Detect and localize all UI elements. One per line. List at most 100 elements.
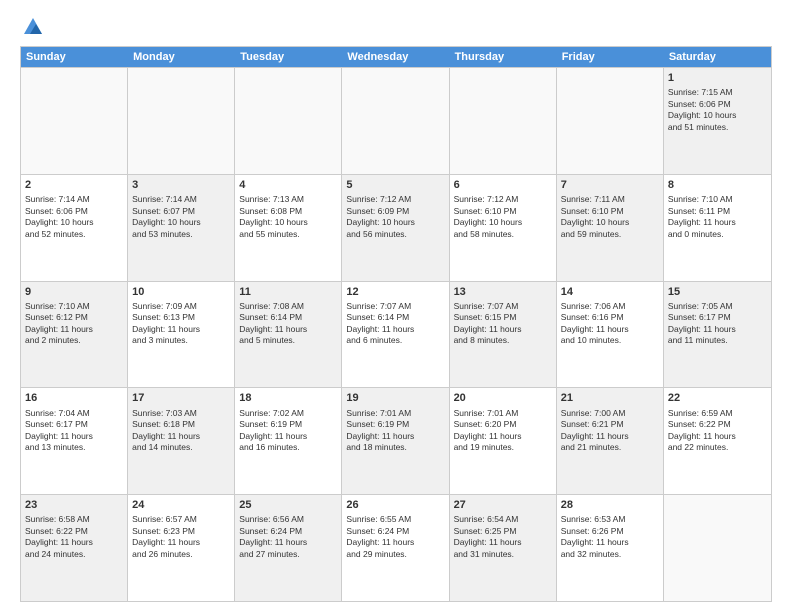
day-number: 17 — [132, 391, 230, 405]
day-number: 25 — [239, 498, 337, 512]
cell-text: Sunrise: 7:12 AM Sunset: 6:09 PM Dayligh… — [346, 194, 444, 240]
day-number: 6 — [454, 178, 552, 192]
calendar-row: 9 Sunrise: 7:10 AM Sunset: 6:12 PM Daylig… — [21, 281, 771, 388]
calendar-cell — [664, 495, 771, 601]
day-number: 12 — [346, 285, 444, 299]
day-number: 19 — [346, 391, 444, 405]
calendar-cell: 2 Sunrise: 7:14 AM Sunset: 6:06 PM Daylig… — [21, 175, 128, 281]
header-saturday: Saturday — [664, 47, 771, 67]
cell-text: Sunrise: 6:54 AM Sunset: 6:25 PM Dayligh… — [454, 514, 552, 560]
cell-text: Sunrise: 7:02 AM Sunset: 6:19 PM Dayligh… — [239, 408, 337, 454]
day-number: 3 — [132, 178, 230, 192]
day-number: 26 — [346, 498, 444, 512]
cell-text: Sunrise: 6:56 AM Sunset: 6:24 PM Dayligh… — [239, 514, 337, 560]
calendar-cell: 25 Sunrise: 6:56 AM Sunset: 6:24 PM Dayli… — [235, 495, 342, 601]
day-number: 24 — [132, 498, 230, 512]
day-number: 7 — [561, 178, 659, 192]
calendar-cell: 1 Sunrise: 7:15 AM Sunset: 6:06 PM Daylig… — [664, 68, 771, 174]
header-friday: Friday — [557, 47, 664, 67]
header — [20, 16, 772, 38]
calendar: Sunday Monday Tuesday Wednesday Thursday… — [20, 46, 772, 602]
logo — [20, 16, 44, 38]
day-number: 14 — [561, 285, 659, 299]
cell-text: Sunrise: 7:14 AM Sunset: 6:06 PM Dayligh… — [25, 194, 123, 240]
calendar-cell: 19 Sunrise: 7:01 AM Sunset: 6:19 PM Dayli… — [342, 388, 449, 494]
day-number: 22 — [668, 391, 767, 405]
day-number: 5 — [346, 178, 444, 192]
cell-text: Sunrise: 7:04 AM Sunset: 6:17 PM Dayligh… — [25, 408, 123, 454]
day-number: 8 — [668, 178, 767, 192]
calendar-cell: 3 Sunrise: 7:14 AM Sunset: 6:07 PM Daylig… — [128, 175, 235, 281]
cell-text: Sunrise: 7:11 AM Sunset: 6:10 PM Dayligh… — [561, 194, 659, 240]
calendar-cell: 6 Sunrise: 7:12 AM Sunset: 6:10 PM Daylig… — [450, 175, 557, 281]
logo-icon — [22, 16, 44, 38]
day-number: 18 — [239, 391, 337, 405]
calendar-header: Sunday Monday Tuesday Wednesday Thursday… — [21, 47, 771, 67]
cell-text: Sunrise: 7:06 AM Sunset: 6:16 PM Dayligh… — [561, 301, 659, 347]
calendar-cell: 20 Sunrise: 7:01 AM Sunset: 6:20 PM Dayli… — [450, 388, 557, 494]
cell-text: Sunrise: 7:03 AM Sunset: 6:18 PM Dayligh… — [132, 408, 230, 454]
cell-text: Sunrise: 6:55 AM Sunset: 6:24 PM Dayligh… — [346, 514, 444, 560]
calendar-cell: 22 Sunrise: 6:59 AM Sunset: 6:22 PM Dayli… — [664, 388, 771, 494]
calendar-cell — [557, 68, 664, 174]
day-number: 11 — [239, 285, 337, 299]
cell-text: Sunrise: 7:05 AM Sunset: 6:17 PM Dayligh… — [668, 301, 767, 347]
calendar-cell: 26 Sunrise: 6:55 AM Sunset: 6:24 PM Dayli… — [342, 495, 449, 601]
cell-text: Sunrise: 7:09 AM Sunset: 6:13 PM Dayligh… — [132, 301, 230, 347]
cell-text: Sunrise: 7:01 AM Sunset: 6:19 PM Dayligh… — [346, 408, 444, 454]
calendar-cell: 17 Sunrise: 7:03 AM Sunset: 6:18 PM Dayli… — [128, 388, 235, 494]
header-sunday: Sunday — [21, 47, 128, 67]
header-wednesday: Wednesday — [342, 47, 449, 67]
day-number: 1 — [668, 71, 767, 85]
calendar-cell: 14 Sunrise: 7:06 AM Sunset: 6:16 PM Dayli… — [557, 282, 664, 388]
calendar-cell: 13 Sunrise: 7:07 AM Sunset: 6:15 PM Dayli… — [450, 282, 557, 388]
calendar-cell: 21 Sunrise: 7:00 AM Sunset: 6:21 PM Dayli… — [557, 388, 664, 494]
day-number: 21 — [561, 391, 659, 405]
cell-text: Sunrise: 6:53 AM Sunset: 6:26 PM Dayligh… — [561, 514, 659, 560]
cell-text: Sunrise: 7:15 AM Sunset: 6:06 PM Dayligh… — [668, 87, 767, 133]
cell-text: Sunrise: 7:08 AM Sunset: 6:14 PM Dayligh… — [239, 301, 337, 347]
calendar-cell — [235, 68, 342, 174]
calendar-cell: 5 Sunrise: 7:12 AM Sunset: 6:09 PM Daylig… — [342, 175, 449, 281]
cell-text: Sunrise: 7:10 AM Sunset: 6:12 PM Dayligh… — [25, 301, 123, 347]
calendar-cell — [128, 68, 235, 174]
day-number: 15 — [668, 285, 767, 299]
calendar-cell: 7 Sunrise: 7:11 AM Sunset: 6:10 PM Daylig… — [557, 175, 664, 281]
cell-text: Sunrise: 7:12 AM Sunset: 6:10 PM Dayligh… — [454, 194, 552, 240]
cell-text: Sunrise: 7:07 AM Sunset: 6:15 PM Dayligh… — [454, 301, 552, 347]
cell-text: Sunrise: 7:00 AM Sunset: 6:21 PM Dayligh… — [561, 408, 659, 454]
day-number: 9 — [25, 285, 123, 299]
cell-text: Sunrise: 6:58 AM Sunset: 6:22 PM Dayligh… — [25, 514, 123, 560]
calendar-row: 1 Sunrise: 7:15 AM Sunset: 6:06 PM Daylig… — [21, 67, 771, 174]
day-number: 23 — [25, 498, 123, 512]
calendar-cell — [21, 68, 128, 174]
day-number: 27 — [454, 498, 552, 512]
calendar-cell: 8Sunrise: 7:10 AM Sunset: 6:11 PM Daylig… — [664, 175, 771, 281]
calendar-cell: 9 Sunrise: 7:10 AM Sunset: 6:12 PM Daylig… — [21, 282, 128, 388]
day-number: 20 — [454, 391, 552, 405]
cell-text: Sunrise: 6:57 AM Sunset: 6:23 PM Dayligh… — [132, 514, 230, 560]
calendar-cell: 16 Sunrise: 7:04 AM Sunset: 6:17 PM Dayli… — [21, 388, 128, 494]
header-tuesday: Tuesday — [235, 47, 342, 67]
cell-text: Sunrise: 7:01 AM Sunset: 6:20 PM Dayligh… — [454, 408, 552, 454]
calendar-row: 16 Sunrise: 7:04 AM Sunset: 6:17 PM Dayli… — [21, 387, 771, 494]
cell-text: Sunrise: 6:59 AM Sunset: 6:22 PM Dayligh… — [668, 408, 767, 454]
day-number: 16 — [25, 391, 123, 405]
cell-text: Sunrise: 7:07 AM Sunset: 6:14 PM Dayligh… — [346, 301, 444, 347]
day-number: 13 — [454, 285, 552, 299]
calendar-cell: 28 Sunrise: 6:53 AM Sunset: 6:26 PM Dayli… — [557, 495, 664, 601]
day-number: 4 — [239, 178, 337, 192]
calendar-row: 23 Sunrise: 6:58 AM Sunset: 6:22 PM Dayli… — [21, 494, 771, 601]
cell-text: Sunrise: 7:14 AM Sunset: 6:07 PM Dayligh… — [132, 194, 230, 240]
calendar-cell — [342, 68, 449, 174]
day-number: 10 — [132, 285, 230, 299]
calendar-cell — [450, 68, 557, 174]
calendar-cell: 23 Sunrise: 6:58 AM Sunset: 6:22 PM Dayli… — [21, 495, 128, 601]
day-number: 2 — [25, 178, 123, 192]
header-thursday: Thursday — [450, 47, 557, 67]
calendar-cell: 27 Sunrise: 6:54 AM Sunset: 6:25 PM Dayli… — [450, 495, 557, 601]
day-number: 28 — [561, 498, 659, 512]
calendar-cell: 11 Sunrise: 7:08 AM Sunset: 6:14 PM Dayli… — [235, 282, 342, 388]
calendar-cell: 15 Sunrise: 7:05 AM Sunset: 6:17 PM Dayli… — [664, 282, 771, 388]
calendar-cell: 4Sunrise: 7:13 AM Sunset: 6:08 PM Daylig… — [235, 175, 342, 281]
